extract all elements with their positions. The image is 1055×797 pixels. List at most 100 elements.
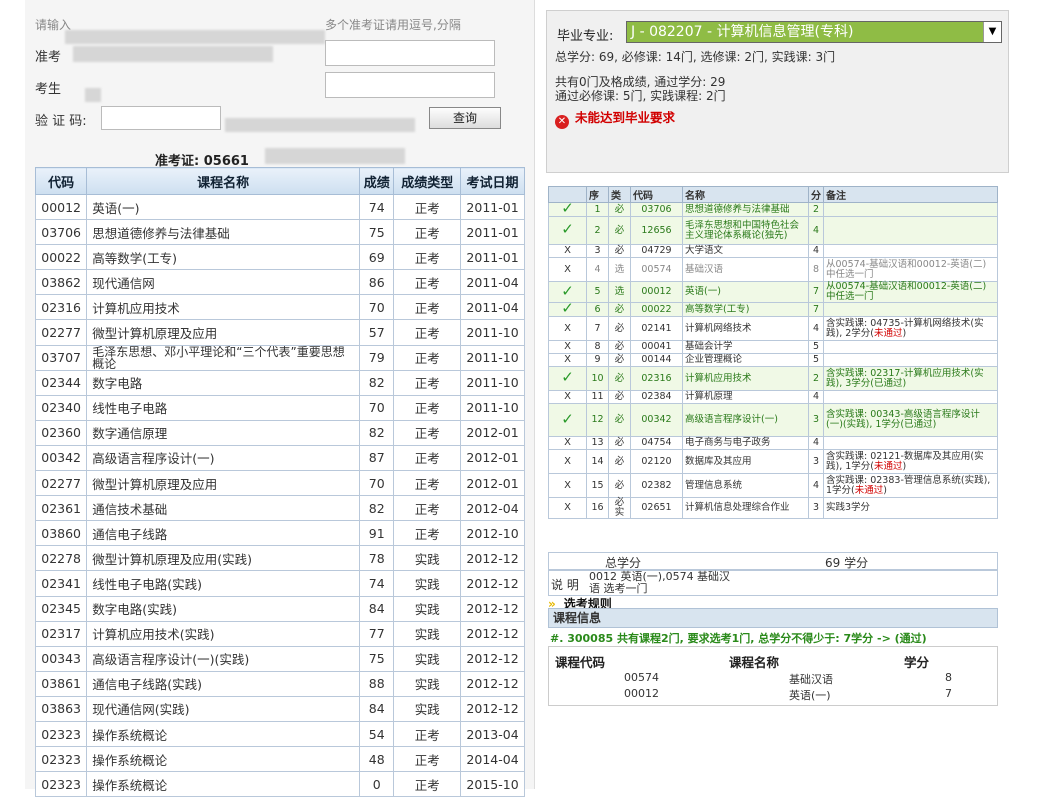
course-code: 00012 bbox=[630, 281, 683, 303]
course-status-icon: ✓ bbox=[548, 301, 587, 317]
check-icon: ✓ bbox=[561, 368, 574, 386]
cross-icon: X bbox=[564, 479, 571, 491]
course-seq: 16 bbox=[586, 497, 609, 519]
col-score: 成绩 bbox=[359, 167, 395, 195]
course-name: 微型计算机原理及应用 bbox=[86, 470, 361, 497]
check-icon: ✓ bbox=[561, 299, 574, 317]
course-name: 计算机应用技术(实践) bbox=[86, 620, 361, 647]
exam-date: 2012-04 bbox=[460, 495, 525, 522]
course-code: 00022 bbox=[34, 244, 88, 271]
course-type: 必实 bbox=[608, 497, 631, 519]
grade-row: 00012 英语(一) 74 正考 2011-01 bbox=[34, 193, 525, 221]
course-note bbox=[823, 202, 998, 217]
course-code: 02317 bbox=[34, 620, 88, 647]
score-type: 正考 bbox=[393, 771, 462, 797]
course-type: 选 bbox=[608, 281, 631, 303]
exam-date: 2014-04 bbox=[460, 746, 525, 773]
course-name: 高级语言程序设计(一)(实践) bbox=[86, 645, 361, 672]
course-code: 02344 bbox=[34, 369, 88, 396]
exam-date: 2015-10 bbox=[460, 771, 525, 797]
course-row: X 15 必 02382 管理信息系统 4 含实践课: 02383-管理信息系统(实践), … bbox=[548, 473, 998, 498]
info-row-name: 英语(一) bbox=[789, 689, 831, 702]
course-code: 02323 bbox=[34, 746, 88, 773]
course-score: 74 bbox=[359, 193, 395, 221]
course-credit: 4 bbox=[808, 244, 824, 258]
exam-date: 2011-01 bbox=[460, 244, 525, 271]
major-selected-value: J - 082207 - 计算机信息管理(专科) bbox=[631, 24, 854, 40]
note-end: ) bbox=[883, 484, 887, 496]
major-label: 毕业专业: bbox=[557, 29, 614, 44]
course-code: 03707 bbox=[34, 344, 88, 371]
course-code: 00144 bbox=[630, 353, 683, 367]
course-code: 02278 bbox=[34, 545, 88, 572]
query-button[interactable]: 查询 bbox=[429, 107, 501, 129]
course-type: 必 bbox=[608, 244, 631, 258]
exam-date: 2012-12 bbox=[460, 670, 525, 697]
course-code: 02384 bbox=[630, 390, 683, 404]
course-note bbox=[823, 216, 998, 245]
course-score: 82 bbox=[359, 369, 395, 396]
exam-date: 2011-10 bbox=[460, 319, 525, 346]
total-credits-row: 总学分 69 学分 bbox=[548, 552, 998, 570]
course-note: 含实践课: 02317-计算机应用技术(实践), 3学分(已通过) bbox=[823, 366, 998, 391]
course-name: 企业管理概论 bbox=[682, 353, 809, 367]
course-row: ✓ 1 必 03706 思想道德修养与法律基础 2 bbox=[548, 201, 998, 217]
course-note bbox=[823, 340, 998, 354]
col-code: 代码 bbox=[630, 186, 683, 203]
name-input[interactable] bbox=[325, 72, 495, 98]
score-type: 正考 bbox=[393, 219, 462, 246]
course-row: X 13 必 04754 电子商务与电子政务 4 bbox=[548, 436, 998, 450]
course-credit: 4 bbox=[808, 436, 824, 450]
captcha-label: 验 证 码: bbox=[35, 114, 87, 129]
course-name: 高级语言程序设计(一) bbox=[682, 403, 809, 437]
course-code: 03861 bbox=[34, 670, 88, 697]
grade-row: 00342 高级语言程序设计(一) 87 正考 2012-01 bbox=[34, 444, 525, 472]
course-note bbox=[823, 244, 998, 258]
error-icon: ✕ bbox=[555, 115, 569, 129]
chevron-down-icon[interactable]: ▼ bbox=[983, 22, 1001, 42]
course-seq: 12 bbox=[586, 403, 609, 437]
captcha-input[interactable] bbox=[101, 106, 221, 130]
course-credit: 8 bbox=[808, 257, 824, 282]
score-type: 正考 bbox=[393, 520, 462, 547]
major-select[interactable]: J - 082207 - 计算机信息管理(专科) ▼ bbox=[626, 21, 1002, 43]
course-type: 必 bbox=[608, 216, 631, 245]
course-score: 75 bbox=[359, 645, 395, 672]
grades-table: 代码 课程名称 成绩 成绩类型 考试日期 00012 英语(一) 74 正考 2011-… bbox=[34, 167, 525, 797]
grade-row: 02341 线性电子电路(实践) 74 实践 2012-12 bbox=[34, 570, 525, 597]
course-name: 思想道德修养与法律基础 bbox=[682, 202, 809, 217]
course-type: 必 bbox=[608, 353, 631, 367]
ticket-input[interactable] bbox=[325, 40, 495, 66]
course-code: 00342 bbox=[34, 444, 88, 472]
course-type: 必 bbox=[608, 390, 631, 404]
info-col-credit: 学分 bbox=[904, 655, 930, 670]
course-credit: 5 bbox=[808, 340, 824, 354]
form-hint-tail: 多个准考证请用逗号,分隔 bbox=[325, 18, 461, 32]
score-type: 正考 bbox=[393, 369, 462, 396]
course-row: ✓ 6 必 00022 高等数学(工专) 7 bbox=[548, 301, 998, 317]
course-code: 00022 bbox=[630, 302, 683, 317]
course-score: 70 bbox=[359, 470, 395, 497]
course-row: ✓ 12 必 00342 高级语言程序设计(一) 3 含实践课: 00343-高级语言程序设… bbox=[548, 403, 998, 437]
course-status-icon: ✓ bbox=[548, 366, 587, 391]
info-col-code: 课程代码 bbox=[555, 655, 606, 670]
course-name: 线性电子电路 bbox=[86, 394, 361, 421]
course-name: 毛泽东思想、邓小平理论和“三个代表”重要思想概论 bbox=[86, 344, 361, 371]
course-code: 00012 bbox=[34, 193, 88, 221]
course-status-icon: ✓ bbox=[548, 403, 587, 437]
col-code: 代码 bbox=[34, 167, 88, 195]
course-name: 高级语言程序设计(一) bbox=[86, 444, 361, 472]
course-type: 必 bbox=[608, 403, 631, 437]
grade-row: 03861 通信电子线路(实践) 88 实践 2012-12 bbox=[34, 670, 525, 697]
col-score-type: 成绩类型 bbox=[393, 167, 462, 195]
course-seq: 1 bbox=[586, 202, 609, 217]
course-code: 00574 bbox=[630, 257, 683, 282]
blurred-region bbox=[65, 30, 325, 44]
course-seq: 8 bbox=[586, 340, 609, 354]
course-seq: 15 bbox=[586, 473, 609, 498]
note-status: 未通过 bbox=[874, 460, 903, 472]
note-text: 从00574-基础汉语和00012-英语(二)中任选一门 bbox=[826, 258, 987, 280]
grade-row: 02323 操作系统概论 0 正考 2015-10 bbox=[34, 771, 525, 797]
course-row: X 16 必实 02651 计算机信息处理综合作业 3 实践3学分 bbox=[548, 497, 998, 519]
course-code: 00342 bbox=[630, 403, 683, 437]
